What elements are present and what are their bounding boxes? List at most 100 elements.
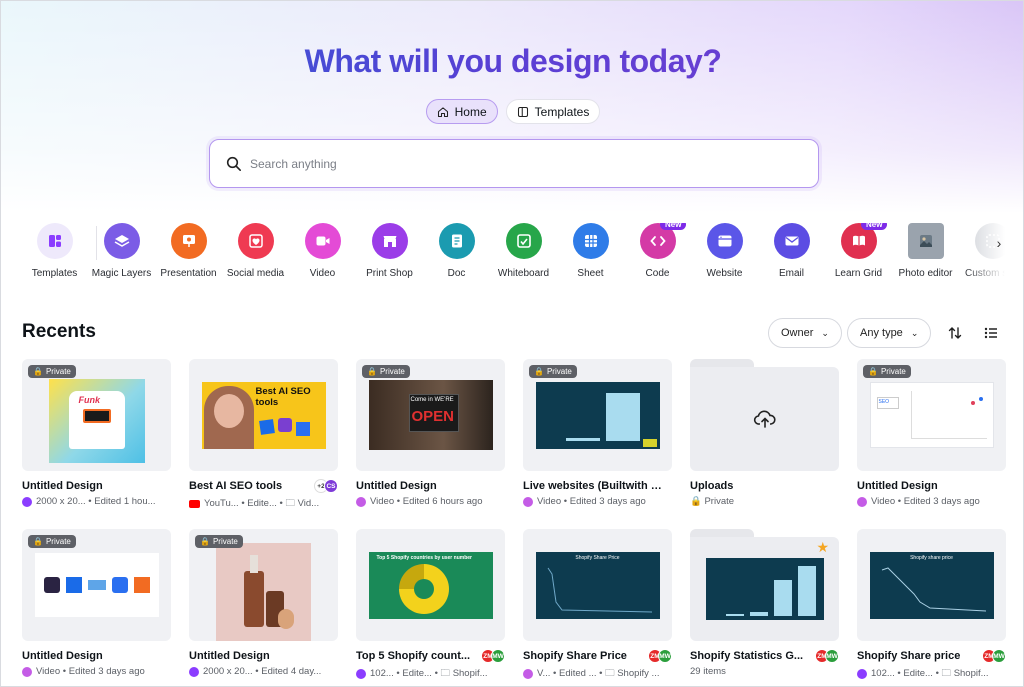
design-type-photo-editor[interactable]: Photo editor: [892, 223, 959, 285]
design-card[interactable]: SEO 🔒 Private Untitled Design Video • Edited…: [857, 359, 1006, 507]
design-card[interactable]: Top 5 Shopify countries by user number To…: [356, 529, 505, 682]
design-meta-text: Video • Edited 3 days ago: [537, 496, 646, 507]
design-title[interactable]: Uploads: [690, 480, 830, 492]
thumbnail-image: Funk: [48, 379, 145, 463]
design-type-icon: [857, 669, 867, 679]
collaborator-avatars: ZM MW: [648, 649, 672, 663]
design-card[interactable]: 🔒 Private Untitled Design Video • Edited 3 …: [22, 529, 171, 677]
design-meta: 2000 x 20... • Edited 1 hou...: [22, 496, 171, 507]
lock-icon: 🔒: [33, 537, 43, 546]
folder-thumbnail: [690, 359, 839, 471]
private-label: Private: [880, 367, 906, 376]
thumbnail-chart: Top 5 Shopify countries by user number: [368, 551, 493, 619]
search-bar[interactable]: [209, 139, 819, 188]
design-card[interactable]: Shopify Share Price Shopify Share Price V.…: [523, 529, 672, 682]
design-meta: 102... • Edite... • 🗀 Shopif...: [857, 666, 1006, 682]
design-card[interactable]: Best AI SEO tools Best AI SEO tools YouTu.…: [189, 359, 338, 512]
sheet-icon: [572, 223, 609, 259]
design-type-templates[interactable]: Templates: [21, 223, 88, 285]
design-type-sheet[interactable]: Sheet: [557, 223, 624, 285]
type-filter-label: Any type: [860, 327, 903, 339]
design-type-print-shop[interactable]: Print Shop: [356, 223, 423, 285]
design-type-website[interactable]: Website: [691, 223, 758, 285]
design-thumbnail[interactable]: Funk 🔒 Private: [22, 359, 171, 471]
private-label: Private: [546, 367, 572, 376]
tab-home[interactable]: Home: [425, 99, 498, 124]
avatar: CS: [324, 479, 338, 493]
design-title[interactable]: Untitled Design: [356, 480, 496, 492]
design-type-learn-grid[interactable]: New Learn Grid: [825, 223, 892, 285]
design-card[interactable]: Uploads 🔒 Private: [690, 359, 839, 507]
youtube-icon: [189, 500, 200, 508]
design-type-icon: [356, 669, 366, 679]
tab-templates[interactable]: Templates: [505, 99, 601, 124]
photo-icon: [907, 223, 944, 259]
design-thumbnail[interactable]: Shopify share price: [857, 529, 1006, 641]
design-title[interactable]: Untitled Design: [189, 650, 329, 662]
sort-button[interactable]: [944, 322, 966, 344]
design-title[interactable]: Shopify Share Price: [523, 650, 663, 662]
design-type-video[interactable]: Video: [289, 223, 356, 285]
magic-layers-icon: [103, 223, 140, 259]
design-type-email[interactable]: Email: [758, 223, 825, 285]
design-meta-text: 102... • Edite... • 🗀 Shopif...: [370, 668, 488, 679]
chevron-down-icon: ⌄: [821, 327, 829, 338]
design-type-whiteboard[interactable]: Whiteboard: [490, 223, 557, 285]
private-label: Private: [45, 367, 71, 376]
design-type-label: Doc: [447, 268, 466, 279]
design-card[interactable]: Come in WE'RE OPEN 🔒 Private Untitled Design…: [356, 359, 505, 507]
thumbnail-heading: Best AI SEO tools: [255, 385, 311, 408]
design-meta-text: 102... • Edite... • 🗀 Shopif...: [871, 668, 989, 679]
design-type-social-media[interactable]: Social media: [222, 223, 289, 285]
design-thumbnail[interactable]: Come in WE'RE OPEN 🔒 Private: [356, 359, 505, 471]
design-thumbnail[interactable]: 🔒 Private: [189, 529, 338, 641]
design-type-doc[interactable]: Doc: [423, 223, 490, 285]
design-thumbnail[interactable]: Best AI SEO tools: [189, 359, 338, 471]
design-thumbnail[interactable]: Shopify Share Price: [523, 529, 672, 641]
star-icon[interactable]: ★: [816, 539, 829, 556]
design-card[interactable]: ★ Shopify Statistics G... 29 items ZM MW: [690, 529, 839, 677]
upload-cloud-icon: [753, 410, 776, 428]
design-title[interactable]: Untitled Design: [22, 650, 162, 662]
design-type-code[interactable]: New Code: [624, 223, 691, 285]
private-badge: 🔒 Private: [863, 365, 911, 378]
dashboard-label: SEO: [878, 399, 890, 405]
search-input[interactable]: [250, 156, 790, 171]
design-title[interactable]: Untitled Design: [22, 480, 162, 492]
templates-icon: [517, 106, 528, 117]
design-meta: Video • Edited 3 days ago: [523, 496, 672, 507]
design-type-label: Email: [778, 268, 804, 279]
chevron-right-icon[interactable]: ›: [989, 233, 1009, 253]
app-window: What will you design today? Home Templat…: [0, 0, 1024, 687]
design-title[interactable]: Best AI SEO tools: [189, 480, 329, 492]
design-title[interactable]: Top 5 Shopify count...: [356, 650, 496, 662]
design-title[interactable]: Shopify Statistics G...: [690, 650, 830, 662]
search-icon: [226, 156, 241, 171]
list-view-button[interactable]: [980, 322, 1002, 344]
design-type-label: Website: [706, 268, 743, 279]
design-card[interactable]: 🔒 Private Untitled Design 2000 x 20... • Ed…: [189, 529, 338, 677]
design-thumbnail[interactable]: 🔒 Private: [22, 529, 171, 641]
design-title[interactable]: Live websites (Builtwith e...: [523, 480, 663, 492]
design-meta-text: Video • Edited 3 days ago: [36, 666, 145, 677]
design-card[interactable]: Shopify share price Shopify Share price 10…: [857, 529, 1006, 682]
design-thumbnail[interactable]: Top 5 Shopify countries by user number: [356, 529, 505, 641]
design-thumbnail[interactable]: SEO 🔒 Private: [857, 359, 1006, 471]
lock-icon: 🔒: [367, 367, 377, 376]
whiteboard-icon: [505, 223, 542, 259]
tab-templates-label: Templates: [534, 104, 590, 119]
collaborator-avatars: ZM MW: [815, 649, 839, 663]
design-card[interactable]: Funk 🔒 Private Untitled Design 2000 x 20... …: [22, 359, 171, 507]
owner-filter[interactable]: Owner ⌄: [768, 318, 842, 348]
design-title[interactable]: Untitled Design: [857, 480, 997, 492]
store-icon: [371, 223, 408, 259]
video-type-icon: [22, 666, 32, 677]
thumbnail-image: Come in WE'RE OPEN: [368, 380, 493, 450]
design-thumbnail[interactable]: 🔒 Private: [523, 359, 672, 471]
design-type-presentation[interactable]: Presentation: [155, 223, 222, 285]
design-type-magic-layers[interactable]: Magic Layers: [88, 223, 155, 285]
private-badge: 🔒 Private: [195, 535, 243, 548]
design-card[interactable]: 🔒 Private Live websites (Builtwith e... Vid…: [523, 359, 672, 507]
type-filter[interactable]: Any type ⌄: [847, 318, 932, 348]
design-title[interactable]: Shopify Share price: [857, 650, 997, 662]
